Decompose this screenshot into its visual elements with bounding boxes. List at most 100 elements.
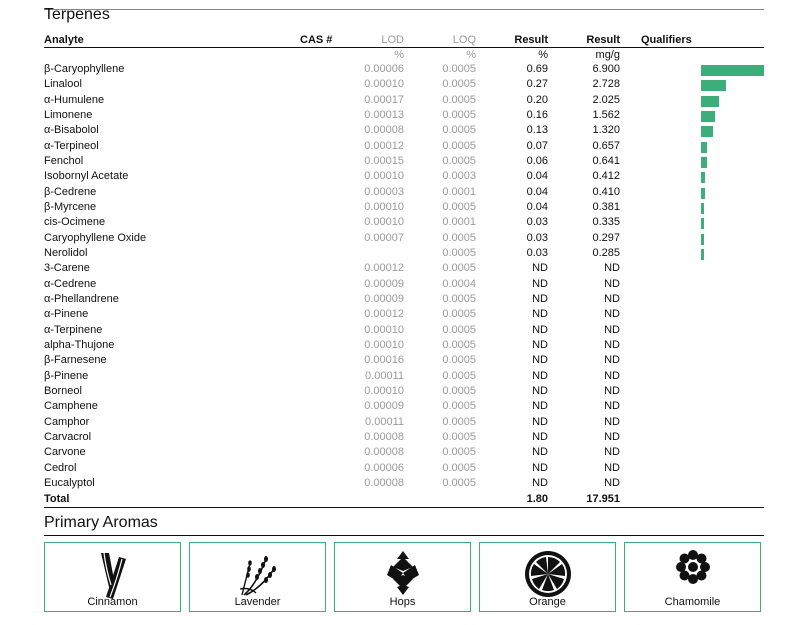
lod-cell: 0.00008: [364, 476, 404, 489]
units-row: % % % mg/g: [0, 49, 812, 62]
table-header: Analyte CAS # LOD LOQ Result Result Qual…: [0, 34, 812, 48]
table-row: alpha-Thujone 0.00010 0.0005 ND ND: [0, 339, 812, 354]
qualifier-bar: [701, 126, 714, 138]
aroma-label: Hops: [389, 596, 416, 608]
qualifier-bar: [701, 156, 707, 168]
result-pct-cell: ND: [532, 338, 548, 351]
analyte-cell: Camphor: [44, 415, 90, 428]
analyte-cell: Camphene: [44, 400, 98, 413]
col-analyte: Analyte: [44, 34, 84, 46]
cinnamon-icon: [100, 552, 126, 599]
table-row: α-Cedrene 0.00009 0.0004 ND ND: [0, 278, 812, 293]
result-mg-cell: ND: [604, 415, 620, 428]
loq-cell: 0.0005: [442, 78, 476, 91]
result-mg-cell: ND: [604, 277, 620, 290]
table-row: β-Farnesene 0.00016 0.0005 ND ND: [0, 354, 812, 369]
lod-cell: 0.00006: [364, 461, 404, 474]
result-mg-cell: ND: [604, 369, 620, 382]
table-row: α-Phellandrene 0.00009 0.0005 ND ND: [0, 293, 812, 308]
analyte-cell: Borneol: [44, 384, 82, 397]
lod-cell: 0.00012: [364, 139, 404, 152]
table-row: Linalool 0.00010 0.0005 0.27 2.728: [0, 78, 812, 93]
aroma-card-hops: Hops: [334, 542, 471, 612]
result-mg-cell: 1.562: [592, 108, 620, 121]
loq-cell: 0.0004: [442, 277, 476, 290]
analyte-cell: α-Terpineol: [44, 139, 99, 152]
table-row: β-Pinene 0.00011 0.0005 ND ND: [0, 370, 812, 385]
unit-loq: %: [466, 49, 476, 61]
hops-icon: [386, 551, 419, 595]
loq-cell: 0.0001: [442, 216, 476, 229]
result-pct-cell: 0.04: [526, 200, 548, 213]
analyte-cell: β-Farnesene: [44, 354, 107, 367]
result-pct-cell: 0.03: [526, 231, 548, 244]
table-row: α-Pinene 0.00012 0.0005 ND ND: [0, 308, 812, 323]
aromas-rule: [44, 535, 764, 536]
result-pct-cell: ND: [532, 430, 548, 443]
result-mg-cell: 0.335: [592, 216, 620, 229]
loq-cell: 0.0005: [442, 108, 476, 121]
lod-cell: 0.00009: [364, 277, 404, 290]
qualifier-bar: [701, 172, 705, 184]
total-pct: 1.80: [526, 493, 548, 505]
table-row: β-Myrcene 0.00010 0.0005 0.04 0.381: [0, 201, 812, 216]
result-pct-cell: 0.07: [526, 139, 548, 152]
qualifier-bar: [701, 80, 726, 92]
lod-cell: 0.00009: [364, 292, 404, 305]
result-pct-cell: 0.06: [526, 154, 548, 167]
loq-cell: 0.0001: [442, 185, 476, 198]
result-mg-cell: ND: [604, 476, 620, 489]
table-row: β-Caryophyllene 0.00006 0.0005 0.69 6.900: [0, 63, 812, 78]
col-qualifiers: Qualifiers: [641, 34, 692, 46]
table-row: Borneol 0.00010 0.0005 ND ND: [0, 385, 812, 400]
analyte-cell: Eucalyptol: [44, 476, 95, 489]
analyte-cell: β-Cedrene: [44, 185, 97, 198]
loq-cell: 0.0005: [442, 139, 476, 152]
lod-cell: 0.00010: [364, 78, 404, 91]
lod-cell: 0.00010: [364, 338, 404, 351]
loq-cell: 0.0005: [442, 200, 476, 213]
lavender-icon: [239, 556, 276, 596]
unit-result-pct: %: [538, 49, 548, 61]
result-mg-cell: ND: [604, 323, 620, 336]
result-pct-cell: 0.27: [526, 78, 548, 91]
qualifier-bar: [701, 187, 705, 199]
analyte-cell: Carvone: [44, 446, 86, 459]
qualifier-bar: [701, 202, 705, 214]
lod-cell: 0.00011: [365, 415, 404, 428]
result-mg-cell: ND: [604, 461, 620, 474]
result-mg-cell: 0.410: [592, 185, 620, 198]
result-pct-cell: ND: [532, 400, 548, 413]
loq-cell: 0.0005: [442, 63, 476, 75]
result-mg-cell: 0.657: [592, 139, 620, 152]
loq-cell: 0.0005: [442, 369, 476, 382]
result-mg-cell: 0.412: [592, 170, 620, 183]
result-pct-cell: ND: [532, 446, 548, 459]
lod-cell: 0.00003: [364, 185, 404, 198]
aroma-card-chamomile: Chamomile: [624, 542, 761, 612]
loq-cell: 0.0005: [442, 308, 476, 321]
aroma-label: Orange: [529, 596, 566, 608]
result-pct-cell: 0.69: [526, 63, 548, 75]
aroma-card-lavender: Lavender: [189, 542, 326, 612]
result-pct-cell: ND: [532, 308, 548, 321]
analyte-cell: 3-Carene: [44, 262, 90, 275]
loq-cell: 0.0003: [442, 170, 476, 183]
result-mg-cell: 2.025: [592, 93, 620, 106]
total-mg: 17.951: [586, 493, 620, 505]
analyte-cell: cis-Ocimene: [44, 216, 106, 229]
table-row: Caryophyllene Oxide 0.00007 0.0005 0.03 0.29…: [0, 232, 812, 247]
analyte-cell: Caryophyllene Oxide: [44, 231, 147, 244]
result-pct-cell: 0.04: [526, 170, 548, 183]
result-mg-cell: 0.381: [592, 200, 620, 213]
lod-cell: 0.00010: [364, 216, 404, 229]
col-result-mg: Result: [586, 34, 620, 46]
orange-icon: [524, 551, 571, 597]
table-row: Camphor 0.00011 0.0005 ND ND: [0, 416, 812, 431]
total-row: Total 1.80 17.951: [0, 493, 812, 508]
terpenes-title: Terpenes: [44, 6, 110, 23]
analyte-cell: β-Caryophyllene: [44, 63, 125, 75]
result-pct-cell: 0.16: [526, 108, 548, 121]
result-mg-cell: 0.641: [592, 154, 620, 167]
result-mg-cell: ND: [604, 354, 620, 367]
